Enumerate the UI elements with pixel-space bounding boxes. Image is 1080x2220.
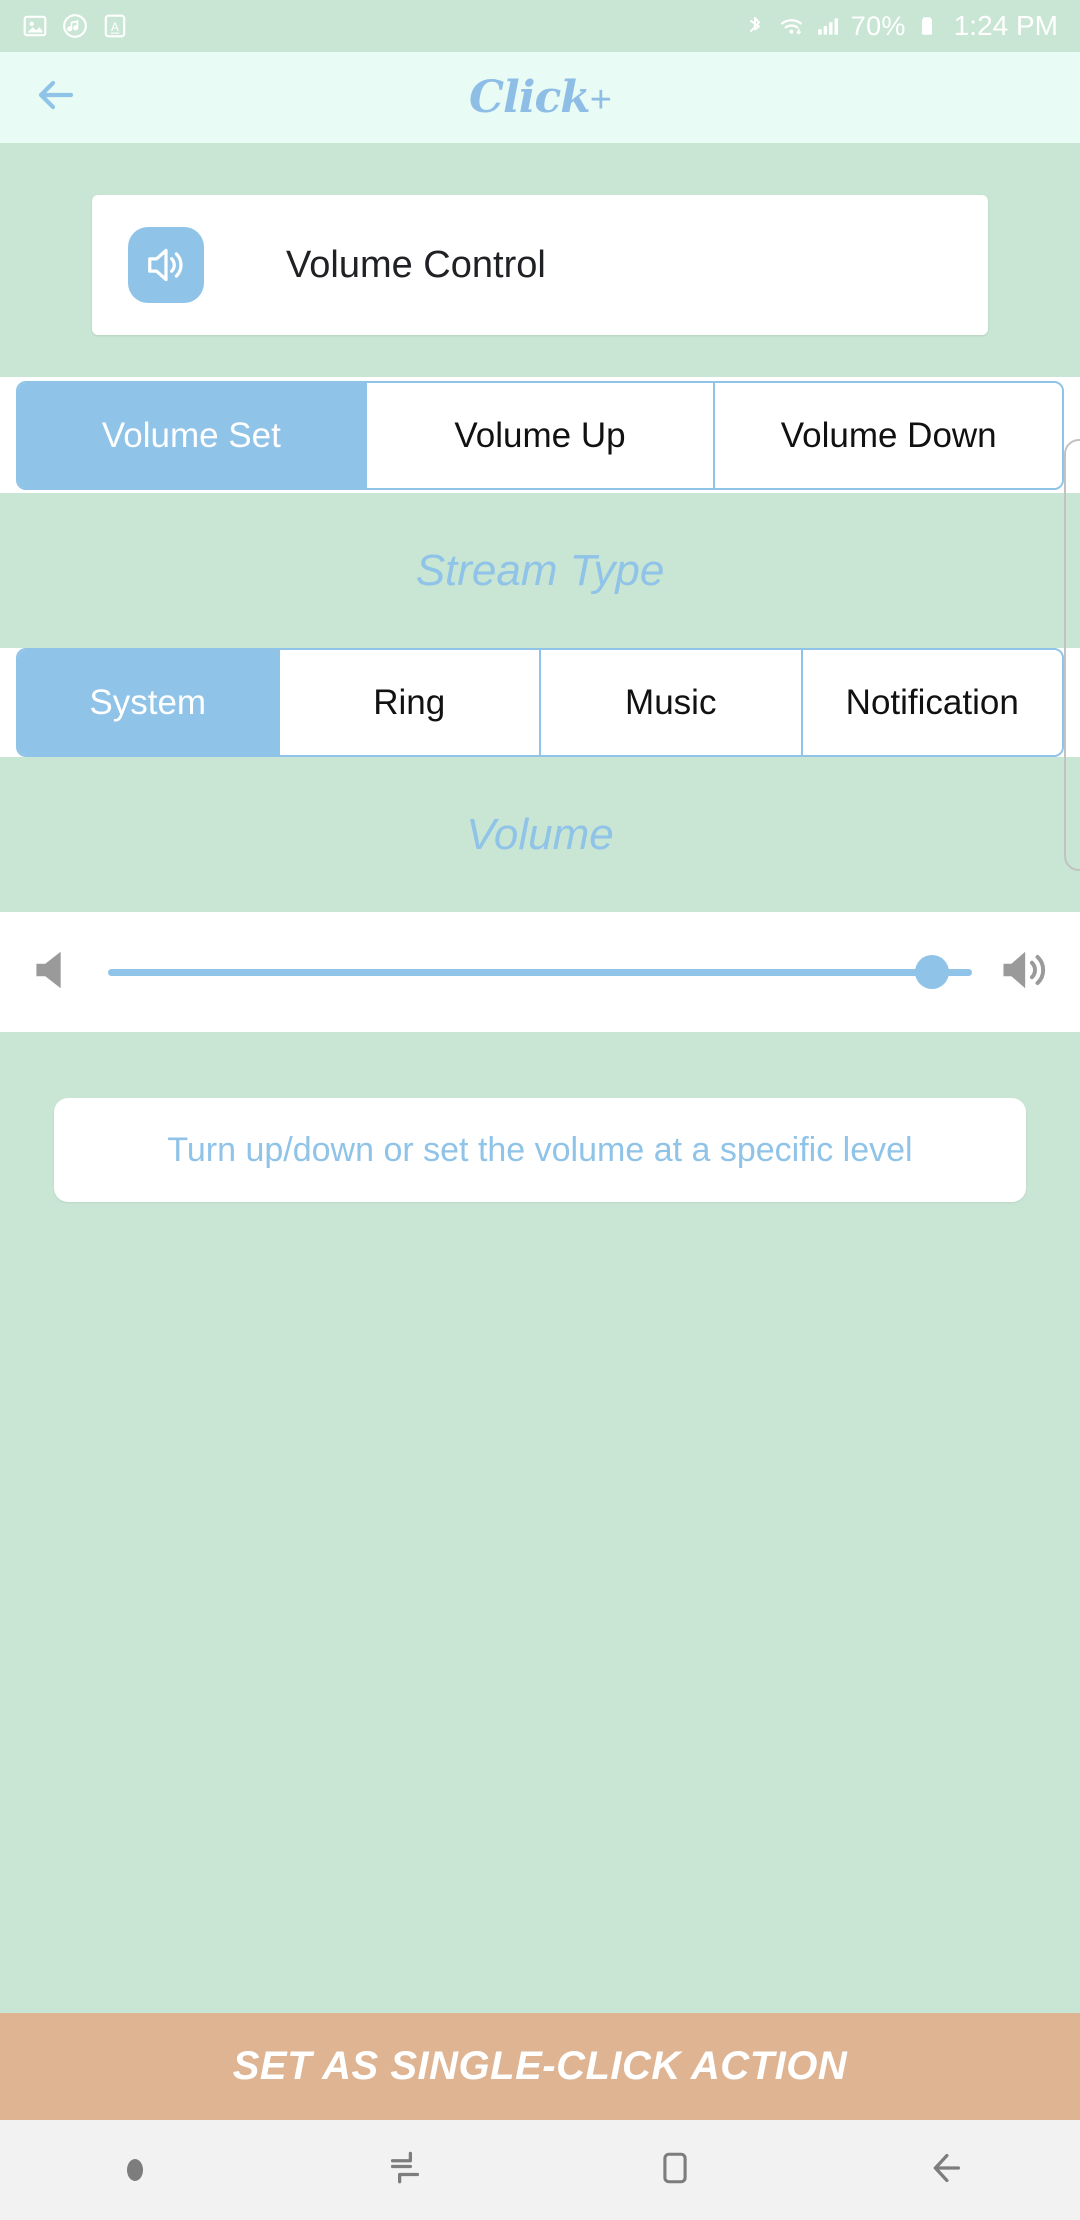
- clock-label: 1:24 PM: [953, 10, 1058, 41]
- action-card-wrapper: Volume Control: [0, 143, 1080, 377]
- content-area: Volume Control Volume Set Volume Up Volu…: [0, 143, 1080, 2013]
- tab-stream-system[interactable]: System: [18, 650, 280, 755]
- volume-slider-track: [108, 968, 972, 976]
- scroll-container-edge[interactable]: [1064, 439, 1080, 871]
- action-title-label: Volume Control: [286, 243, 546, 286]
- volume-slider[interactable]: [108, 949, 972, 995]
- nav-home-button[interactable]: [540, 2146, 810, 2195]
- letter-a-icon: A: [102, 13, 128, 39]
- home-icon: [653, 2146, 697, 2195]
- stream-type-tabs: System Ring Music Notification: [0, 648, 1080, 757]
- recents-icon: [382, 2145, 428, 2196]
- stream-type-group: System Ring Music Notification: [16, 648, 1064, 757]
- set-single-click-action-button[interactable]: SET AS SINGLE-CLICK ACTION: [0, 2013, 1080, 2120]
- app-logo-text: Click: [469, 72, 591, 123]
- stream-type-label: Stream Type: [0, 493, 1080, 648]
- action-title-card[interactable]: Volume Control: [92, 195, 988, 335]
- app-logo-plus: +: [589, 79, 612, 121]
- dot-indicator-icon: [127, 2159, 143, 2181]
- description-wrapper: Turn up/down or set the volume at a spec…: [0, 1032, 1080, 1202]
- mode-tabs-group: Volume Set Volume Up Volume Down: [16, 381, 1064, 490]
- volume-label: Volume: [0, 757, 1080, 912]
- battery-icon: [916, 13, 942, 39]
- bluetooth-icon: [743, 13, 769, 39]
- svg-text:A: A: [111, 20, 119, 34]
- tab-stream-notification[interactable]: Notification: [802, 650, 1062, 755]
- back-arrow-icon: [31, 71, 79, 124]
- app-bar-back-button[interactable]: [0, 71, 110, 124]
- nav-back-button[interactable]: [810, 2145, 1080, 2196]
- status-bar-right-icons: 70% 1:24 PM: [743, 12, 1058, 40]
- volume-slider-row: [0, 912, 1080, 1032]
- volume-high-icon: [996, 942, 1052, 1003]
- tab-stream-music[interactable]: Music: [541, 650, 803, 755]
- app-logo: Click+: [0, 72, 1080, 123]
- tab-volume-down[interactable]: Volume Down: [715, 383, 1062, 488]
- system-nav-bar: [0, 2120, 1080, 2220]
- app-bar: Click+: [0, 52, 1080, 143]
- wifi-icon: [779, 13, 805, 39]
- tab-stream-ring[interactable]: Ring: [279, 650, 541, 755]
- back-icon: [922, 2145, 968, 2196]
- tab-volume-up[interactable]: Volume Up: [366, 383, 716, 488]
- cellular-signal-icon: [815, 13, 841, 39]
- volume-slider-thumb[interactable]: [915, 955, 950, 989]
- volume-speaker-icon: [128, 227, 204, 303]
- image-icon: [22, 13, 48, 39]
- description-label: Turn up/down or set the volume at a spec…: [167, 1130, 913, 1169]
- set-single-click-action-label: SET AS SINGLE-CLICK ACTION: [232, 2044, 848, 2088]
- music-note-icon: [62, 13, 88, 39]
- tab-volume-set[interactable]: Volume Set: [18, 383, 367, 488]
- nav-recents-button[interactable]: [270, 2145, 540, 2196]
- status-bar-left-icons: A: [22, 13, 128, 39]
- nav-dot-indicator: [0, 2159, 270, 2181]
- app-screen: A 70% 1:24 PM Click+ Volume Control Volu…: [0, 0, 1080, 2220]
- description-card: Turn up/down or set the volume at a spec…: [54, 1098, 1026, 1202]
- status-bar: A 70% 1:24 PM: [0, 0, 1080, 52]
- mode-tabs: Volume Set Volume Up Volume Down: [0, 377, 1080, 493]
- volume-mute-icon: [28, 942, 84, 1003]
- battery-percent-label: 70%: [850, 10, 906, 41]
